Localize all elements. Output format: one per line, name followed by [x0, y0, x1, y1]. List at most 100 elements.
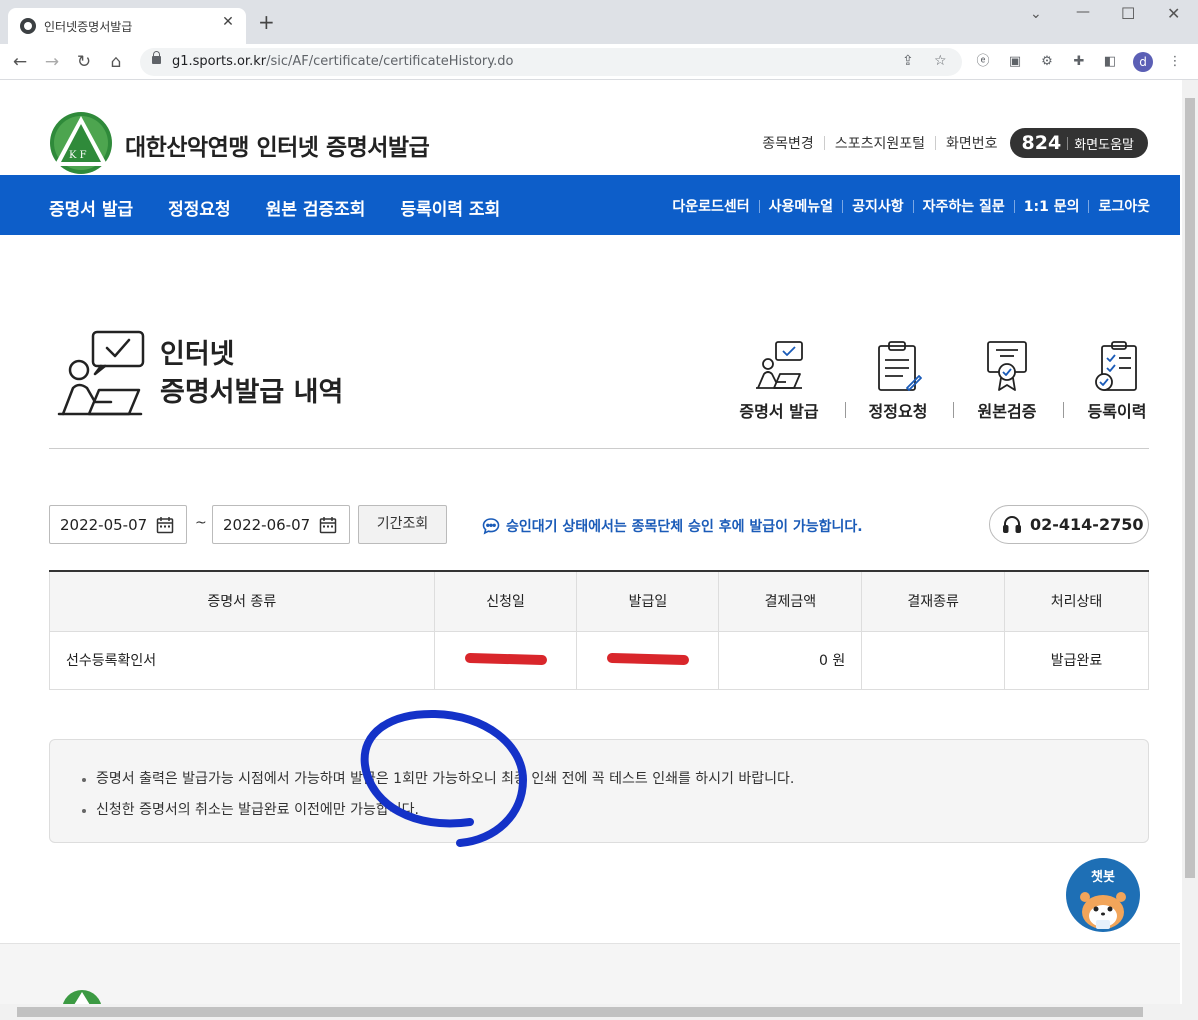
- period-search-button[interactable]: 기간조회: [358, 505, 447, 544]
- date-to-field[interactable]: 2022-06-07: [212, 505, 350, 544]
- divider: [758, 199, 760, 213]
- divider: [49, 448, 1149, 449]
- gnb-main-menu: 증명서 발급 정정요청 원본 검증조회 등록이력 조회: [49, 195, 535, 220]
- column-header-amount: 결제금액: [718, 571, 863, 632]
- phone-contact[interactable]: 02-414-2750: [989, 505, 1149, 544]
- date-from-value: 2022-05-07: [60, 516, 148, 534]
- window-close-icon[interactable]: ✕: [1167, 4, 1180, 23]
- reload-icon[interactable]: ↻: [72, 50, 96, 74]
- checklist-icon: [1095, 341, 1137, 391]
- quick-menu-history[interactable]: 등록이력: [1072, 340, 1162, 422]
- screen-number-label: 화면번호: [945, 136, 998, 152]
- browser-toolbar: ← → ↻ ⌂ g1.sports.or.kr/sic/AF/certifica…: [0, 44, 1198, 80]
- approval-notice: 승인대기 상태에서는 종목단체 승인 후에 발급이 가능합니다.: [482, 516, 863, 536]
- column-header-status: 처리상태: [1004, 571, 1149, 632]
- nav-item-history[interactable]: 등록이력 조회: [400, 195, 500, 220]
- quick-menu-history-label: 등록이력: [1087, 402, 1147, 421]
- screen-help-button[interactable]: 824 화면도움말: [1009, 128, 1148, 158]
- site-title[interactable]: 대한산악연맹 인터넷 증명서발급: [125, 128, 430, 162]
- date-range-separator: ~: [195, 515, 207, 531]
- table-header-row: 증명서 종류 신청일 발급일 결제금액 결재종류 처리상태: [49, 571, 1149, 632]
- forward-icon[interactable]: →: [40, 50, 64, 74]
- certificate-icon: [987, 341, 1027, 391]
- notice-item: 신청한 증명서의 취소는 발급완료 이전에만 가능합니다.: [82, 795, 794, 826]
- extension-e-icon[interactable]: ⓔ: [974, 53, 992, 71]
- share-icon[interactable]: ⇪: [902, 53, 914, 69]
- main-navigation: 증명서 발급 정정요청 원본 검증조회 등록이력 조회 다운로드센터 사용메뉴얼…: [0, 175, 1180, 235]
- page-title: 인터넷 증명서발급 내역: [160, 336, 343, 412]
- gnb-sub-menu: 다운로드센터 사용메뉴얼 공지사항 자주하는 질문 1:1 문의 로그아웃: [672, 196, 1150, 216]
- extension-gear-icon[interactable]: ⚙: [1038, 53, 1056, 71]
- nav-sub-logout[interactable]: 로그아웃: [1098, 196, 1150, 216]
- divider: [845, 402, 846, 418]
- chatbot-button[interactable]: 챗봇: [1066, 858, 1140, 932]
- nav-sub-faq[interactable]: 자주하는 질문: [923, 196, 1005, 216]
- util-link-change-sport[interactable]: 종목변경: [762, 133, 814, 153]
- cell-issue-date: [576, 630, 720, 690]
- minimize-icon[interactable]: —: [1076, 4, 1090, 20]
- screen-help-label: 화면도움말: [1074, 137, 1134, 153]
- quick-menu-verify[interactable]: 원본검증: [962, 340, 1052, 422]
- redaction-mark: [464, 652, 547, 666]
- federation-logo[interactable]: K F: [48, 110, 114, 176]
- utility-links: 종목변경 스포츠지원포털 화면번호 824 화면도움말: [762, 128, 1148, 158]
- calendar-icon[interactable]: [156, 516, 174, 534]
- vertical-scrollbar-thumb[interactable]: [1185, 98, 1195, 878]
- nav-item-correction[interactable]: 정정요청: [168, 195, 231, 220]
- side-panel-icon[interactable]: ◧: [1101, 53, 1119, 71]
- nav-item-verify[interactable]: 원본 검증조회: [266, 195, 366, 220]
- profile-avatar[interactable]: d: [1133, 52, 1153, 72]
- person-laptop-icon: [55, 330, 145, 420]
- cell-apply-date: [433, 630, 578, 690]
- browser-tab[interactable]: 인터넷증명서발급 ✕: [8, 8, 246, 44]
- quick-menu-verify-label: 원본검증: [977, 402, 1037, 421]
- url-path: /sic/AF/certificate/certificateHistory.d…: [266, 54, 514, 69]
- table-row[interactable]: 선수등록확인서 0 원 발급완료: [49, 630, 1149, 690]
- cell-certificate-type: 선수등록확인서: [49, 630, 435, 690]
- quick-menu-correction[interactable]: 정정요청: [853, 340, 943, 422]
- column-header-pay-type: 결재종류: [861, 571, 1006, 632]
- page-title-line2: 증명서발급 내역: [160, 377, 344, 408]
- notice-item: 증명서 출력은 발급가능 시점에서 가능하며 발급은 1회만 가능하오니 최종 …: [82, 764, 794, 795]
- quick-menu-issue[interactable]: 증명서 발급: [734, 340, 824, 422]
- cell-status: 발급완료: [1004, 630, 1149, 690]
- vertical-scrollbar[interactable]: [1182, 80, 1198, 1004]
- calendar-icon[interactable]: [319, 516, 337, 534]
- url-text[interactable]: g1.sports.or.kr/sic/AF/certificate/certi…: [172, 54, 513, 69]
- horizontal-scrollbar-thumb[interactable]: [17, 1007, 1143, 1017]
- page-title-line1: 인터넷: [160, 339, 235, 370]
- address-bar[interactable]: g1.sports.or.kr/sic/AF/certificate/certi…: [140, 48, 962, 76]
- speech-bubble-icon: [482, 518, 500, 535]
- horizontal-scrollbar[interactable]: [0, 1004, 1198, 1020]
- nav-item-issue[interactable]: 증명서 발급: [49, 195, 133, 220]
- redaction-mark: [606, 652, 690, 666]
- clipboard-icon: [878, 341, 922, 391]
- back-icon[interactable]: ←: [8, 50, 32, 74]
- nav-sub-download[interactable]: 다운로드센터: [672, 196, 749, 216]
- person-laptop-icon: [756, 341, 803, 389]
- new-tab-button[interactable]: +: [258, 12, 275, 32]
- column-header-issue-date: 발급일: [576, 571, 720, 632]
- nav-sub-notice[interactable]: 공지사항: [852, 196, 904, 216]
- home-icon[interactable]: ⌂: [104, 50, 128, 74]
- cell-amount: 0 원: [718, 630, 863, 690]
- url-host: g1.sports.or.kr: [172, 54, 267, 69]
- column-header-apply-date: 신청일: [433, 571, 578, 632]
- extensions-puzzle-icon[interactable]: ✚: [1070, 53, 1088, 71]
- close-tab-icon[interactable]: ✕: [218, 14, 238, 30]
- divider: [1013, 199, 1015, 213]
- tab-search-icon[interactable]: ⌄: [1030, 6, 1042, 22]
- extension-screen-icon[interactable]: ▣: [1006, 53, 1024, 71]
- nav-sub-manual[interactable]: 사용메뉴얼: [769, 196, 833, 216]
- divider: [842, 199, 844, 213]
- hamster-mascot-icon: [1080, 892, 1126, 929]
- divider: [1063, 402, 1064, 418]
- headset-icon: [1003, 515, 1021, 533]
- date-from-field[interactable]: 2022-05-07: [49, 505, 187, 544]
- approval-notice-text: 승인대기 상태에서는 종목단체 승인 후에 발급이 가능합니다.: [506, 519, 863, 535]
- nav-sub-inquiry[interactable]: 1:1 문의: [1024, 196, 1080, 216]
- maximize-icon[interactable]: ☐: [1121, 4, 1135, 23]
- util-link-sports-portal[interactable]: 스포츠지원포털: [835, 133, 925, 153]
- bookmark-star-icon[interactable]: ☆: [934, 53, 947, 69]
- browser-menu-icon[interactable]: ⋮: [1166, 53, 1184, 71]
